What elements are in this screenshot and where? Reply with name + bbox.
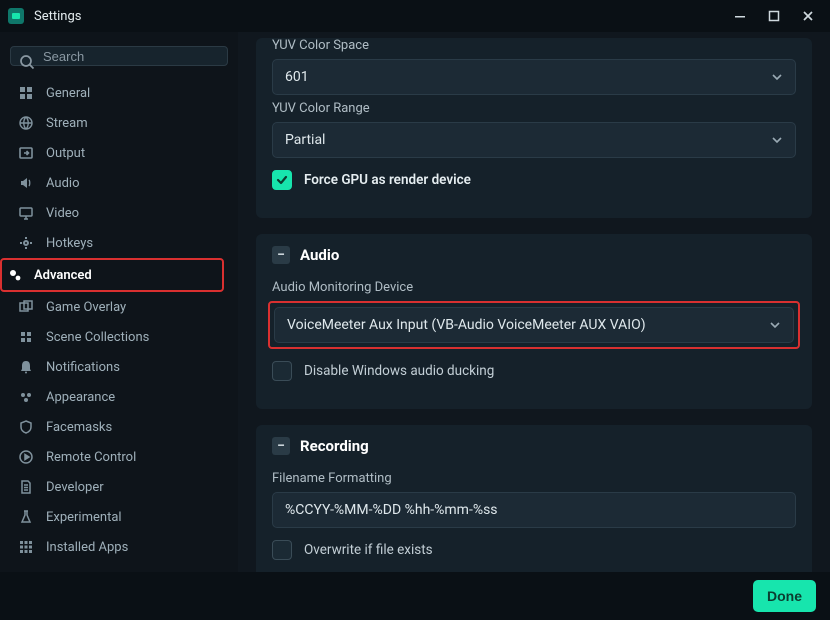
- sidebar-item-output[interactable]: Output: [10, 138, 228, 168]
- overwrite-checkbox[interactable]: [272, 540, 292, 560]
- sidebar-item-developer[interactable]: Developer: [10, 472, 228, 502]
- recording-section: − Recording Filename Formatting %CCYY-%M…: [256, 425, 812, 572]
- sidebar-item-installed-apps[interactable]: Installed Apps: [10, 532, 228, 562]
- force-gpu-label: Force GPU as render device: [304, 172, 471, 188]
- sidebar-item-advanced[interactable]: Advanced: [0, 258, 224, 292]
- force-gpu-checkbox[interactable]: [272, 170, 292, 190]
- recording-section-title: Recording: [300, 437, 369, 455]
- yuv-color-space-select[interactable]: 601: [272, 59, 796, 95]
- bell-icon: [18, 360, 34, 374]
- sidebar-item-label: Notifications: [46, 360, 120, 375]
- disable-ducking-label: Disable Windows audio ducking: [304, 363, 494, 379]
- filename-formatting-label: Filename Formatting: [272, 471, 796, 486]
- sidebar-item-game-overlay[interactable]: Game Overlay: [10, 292, 228, 322]
- highlight-annotation: VoiceMeeter Aux Input (VB-Audio VoiceMee…: [268, 301, 800, 349]
- monitor-icon: [18, 206, 34, 220]
- yuv-color-range-value: Partial: [285, 132, 325, 148]
- grid-icon: [18, 86, 34, 100]
- arrow-right-box-icon: [18, 146, 34, 160]
- sidebar-item-scene-collections[interactable]: Scene Collections: [10, 322, 228, 352]
- volume-icon: [18, 176, 34, 190]
- shield-icon: [18, 420, 34, 434]
- audio-monitoring-device-label: Audio Monitoring Device: [272, 280, 796, 295]
- sidebar-item-experimental[interactable]: Experimental: [10, 502, 228, 532]
- yuv-color-range-label: YUV Color Range: [272, 101, 796, 116]
- sidebar-item-label: Output: [46, 146, 85, 161]
- main-content[interactable]: YUV Color Space 601 YUV Color Range Part…: [238, 32, 830, 572]
- doc-icon: [18, 480, 34, 494]
- disable-ducking-checkbox-row[interactable]: Disable Windows audio ducking: [272, 361, 796, 381]
- sidebar-item-video[interactable]: Video: [10, 198, 228, 228]
- sidebar-item-notifications[interactable]: Notifications: [10, 352, 228, 382]
- flask-icon: [18, 510, 34, 524]
- title-bar: Settings: [0, 0, 830, 32]
- collapse-button[interactable]: −: [272, 246, 290, 264]
- filename-formatting-value: %CCYY-%MM-%DD %hh-%mm-%ss: [285, 502, 498, 518]
- palette-icon: [18, 390, 34, 404]
- chevron-down-icon: [771, 71, 783, 83]
- disable-ducking-checkbox[interactable]: [272, 361, 292, 381]
- sidebar-item-label: Advanced: [34, 268, 92, 283]
- sidebar-item-label: Game Overlay: [46, 300, 126, 315]
- gear-icon: [18, 236, 34, 250]
- chevron-down-icon: [771, 134, 783, 146]
- apps-icon: [18, 540, 34, 554]
- audio-monitoring-device-select[interactable]: VoiceMeeter Aux Input (VB-Audio VoiceMee…: [274, 307, 794, 343]
- sidebar-item-label: Developer: [46, 480, 104, 495]
- sidebar-item-label: Experimental: [46, 510, 122, 525]
- sidebar-item-remote-control[interactable]: Remote Control: [10, 442, 228, 472]
- sidebar-item-label: Appearance: [46, 390, 115, 405]
- globe-icon: [18, 116, 34, 130]
- audio-section-title: Audio: [300, 246, 339, 264]
- sidebar-item-stream[interactable]: Stream: [10, 108, 228, 138]
- sidebar-item-label: General: [46, 86, 90, 101]
- done-button[interactable]: Done: [753, 580, 816, 612]
- overlay-icon: [18, 300, 34, 314]
- overwrite-checkbox-row[interactable]: Overwrite if file exists: [272, 540, 796, 560]
- minimize-button[interactable]: [734, 10, 746, 22]
- sidebar-item-audio[interactable]: Audio: [10, 168, 228, 198]
- search-field[interactable]: [41, 48, 227, 65]
- sidebar-item-label: Video: [46, 206, 79, 221]
- sidebar-item-label: Facemasks: [46, 420, 112, 435]
- footer: Done: [0, 572, 830, 620]
- sidebar-item-label: Hotkeys: [46, 236, 93, 251]
- collapse-button[interactable]: −: [272, 437, 290, 455]
- yuv-color-range-select[interactable]: Partial: [272, 122, 796, 158]
- sidebar-item-hotkeys[interactable]: Hotkeys: [10, 228, 228, 258]
- sidebar-item-label: Installed Apps: [46, 540, 128, 555]
- sidebar-item-label: Scene Collections: [46, 330, 149, 345]
- audio-monitoring-device-value: VoiceMeeter Aux Input (VB-Audio VoiceMee…: [287, 317, 646, 333]
- app-icon: [8, 8, 24, 24]
- search-icon: [19, 54, 35, 70]
- maximize-button[interactable]: [768, 10, 780, 22]
- force-gpu-checkbox-row[interactable]: Force GPU as render device: [272, 170, 796, 190]
- sidebar: General Stream Output Audio Video Hotkeys Adva…: [0, 32, 238, 572]
- overwrite-label: Overwrite if file exists: [304, 542, 433, 558]
- filename-formatting-input[interactable]: %CCYY-%MM-%DD %hh-%mm-%ss: [272, 492, 796, 528]
- sidebar-item-label: Remote Control: [46, 450, 136, 465]
- sidebar-item-facemasks[interactable]: Facemasks: [10, 412, 228, 442]
- window-title: Settings: [34, 9, 81, 24]
- search-input[interactable]: [10, 46, 228, 66]
- yuv-color-space-value: 601: [285, 69, 309, 85]
- video-settings-section: YUV Color Space 601 YUV Color Range Part…: [256, 38, 812, 218]
- sidebar-item-appearance[interactable]: Appearance: [10, 382, 228, 412]
- yuv-color-space-label: YUV Color Space: [272, 38, 796, 53]
- sidebar-item-label: Audio: [46, 176, 79, 191]
- sidebar-item-label: Stream: [46, 116, 88, 131]
- gears-icon: [8, 268, 22, 282]
- close-button[interactable]: [802, 10, 814, 22]
- sidebar-item-general[interactable]: General: [10, 78, 228, 108]
- audio-section: − Audio Audio Monitoring Device VoiceMee…: [256, 234, 812, 409]
- play-circle-icon: [18, 450, 34, 464]
- chevron-down-icon: [769, 319, 781, 331]
- collection-icon: [18, 330, 34, 344]
